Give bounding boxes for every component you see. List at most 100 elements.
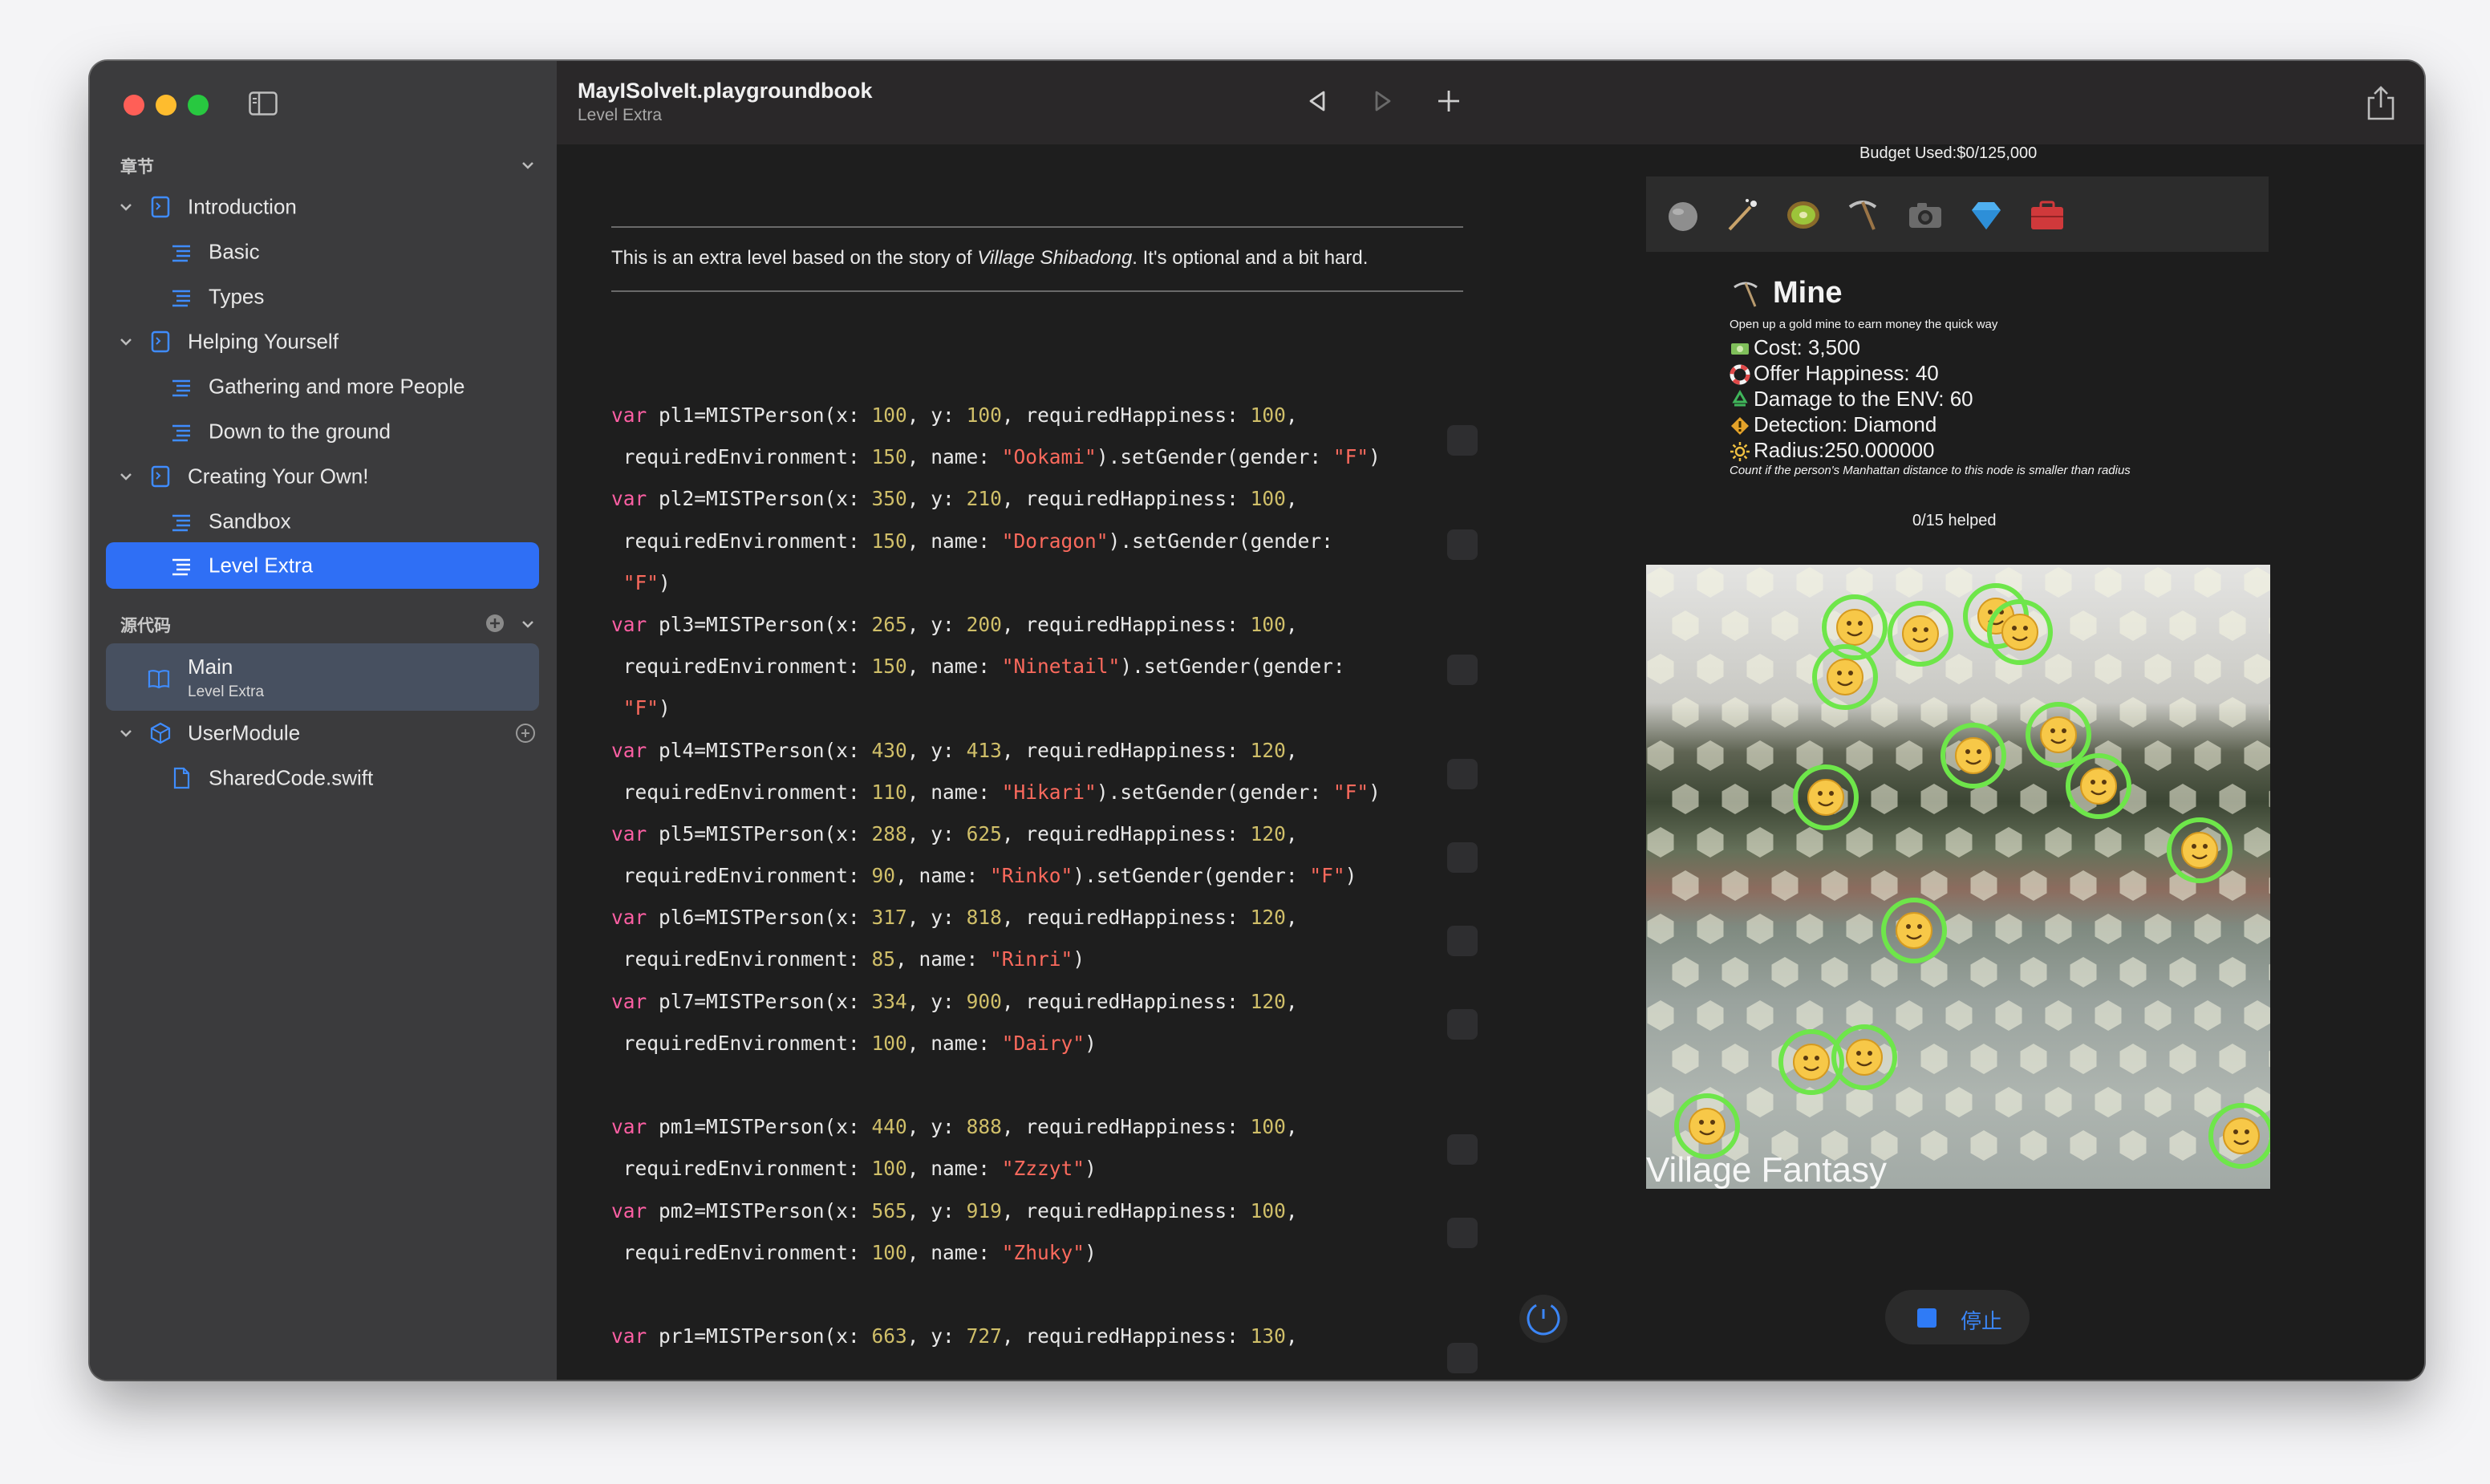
code-block[interactable]: var pl1=MISTPerson(x: 100, y: 100, requi…: [611, 395, 1438, 1357]
stop-label: 停止: [1961, 1309, 2003, 1333]
toolbox-icon[interactable]: [2028, 196, 2066, 234]
code-line[interactable]: var pm1=MISTPerson(x: 440, y: 888, requi…: [611, 1106, 1438, 1148]
code-line[interactable]: requiredEnvironment: 110, name: "Hikari"…: [611, 772, 1438, 813]
smiley-icon: [1836, 609, 1873, 646]
sidebar-toggle-icon[interactable]: [249, 91, 278, 116]
stat-damage: Damage to the ENV: 60: [1730, 387, 1973, 412]
stop-button[interactable]: 停止: [1885, 1290, 2030, 1344]
page-sandbox[interactable]: Sandbox: [90, 499, 557, 544]
code-line[interactable]: requiredEnvironment: 150, name: "Doragon…: [611, 521, 1438, 562]
snippet-cube-button[interactable]: [1447, 655, 1478, 685]
close-window-button[interactable]: [124, 95, 144, 116]
smiley-icon: [1827, 659, 1863, 695]
code-line[interactable]: var pl3=MISTPerson(x: 265, y: 200, requi…: [611, 604, 1438, 646]
document-subtitle: Level Extra: [578, 106, 663, 124]
stat-happiness: Offer Happiness: 40: [1730, 361, 1939, 386]
smiley-icon: [2080, 768, 2117, 805]
snippet-cube-button[interactable]: [1447, 759, 1478, 789]
source-usermodule[interactable]: UserModule: [90, 711, 557, 756]
code-line[interactable]: var pl1=MISTPerson(x: 100, y: 100, requi…: [611, 395, 1438, 436]
smiley-eye: [2062, 728, 2066, 733]
chapter-creating-your-own[interactable]: Creating Your Own!: [90, 454, 557, 499]
snippet-cube-button[interactable]: [1447, 529, 1478, 560]
file-label: SharedCode.swift: [209, 765, 374, 790]
snippet-cube-button[interactable]: [1447, 1218, 1478, 1248]
wand-icon[interactable]: [1723, 196, 1762, 234]
camera-icon[interactable]: [1906, 196, 1945, 234]
source-main-sub: Level Extra: [188, 683, 265, 700]
book-icon: [148, 670, 170, 689]
smiley-icon: [1689, 1108, 1726, 1145]
code-line[interactable]: var pl4=MISTPerson(x: 430, y: 413, requi…: [611, 730, 1438, 772]
smiley-eye: [1924, 627, 1928, 632]
snippet-cube-button[interactable]: [1447, 425, 1478, 456]
smiley-eye: [2012, 626, 2017, 630]
smiley-eye: [1912, 627, 1917, 632]
snippet-cube-button[interactable]: [1447, 1009, 1478, 1040]
chevron-down-icon[interactable]: [117, 198, 135, 216]
code-line[interactable]: var pl5=MISTPerson(x: 288, y: 625, requi…: [611, 813, 1438, 855]
page-label: Basic: [209, 239, 260, 264]
page-basic[interactable]: Basic: [90, 229, 557, 274]
chapter-introduction[interactable]: Introduction: [90, 184, 557, 229]
chevron-down-icon[interactable]: [518, 156, 537, 175]
share-icon[interactable]: [2365, 85, 2397, 122]
snippet-cube-button[interactable]: [1447, 1343, 1478, 1373]
kiwi-icon[interactable]: [1784, 196, 1823, 234]
code-line[interactable]: "F"): [611, 687, 1438, 729]
diamond-icon[interactable]: [1967, 196, 2005, 234]
code-line[interactable]: var pr1=MISTPerson(x: 663, y: 727, requi…: [611, 1316, 1438, 1357]
source-main-label: Main: [188, 655, 233, 679]
smiley-icon: [2223, 1117, 2260, 1154]
code-line[interactable]: requiredEnvironment: 100, name: "Dairy"): [611, 1023, 1438, 1064]
pickaxe-icon[interactable]: [1843, 196, 1882, 234]
page-types[interactable]: Types: [90, 274, 557, 319]
snippet-cube-button[interactable]: [1447, 1134, 1478, 1165]
code-line[interactable]: requiredEnvironment: 90, name: "Rinko").…: [611, 855, 1438, 897]
page-lines-icon: [172, 424, 190, 442]
chevron-down-icon[interactable]: [518, 614, 537, 634]
chapter-helping-yourself[interactable]: Helping Yourself: [90, 319, 557, 364]
file-sharedcode[interactable]: SharedCode.swift: [90, 756, 557, 801]
smiley-eye: [1815, 1056, 1819, 1060]
code-line[interactable]: var pm2=MISTPerson(x: 565, y: 919, requi…: [611, 1190, 1438, 1232]
smiley-icon: [1846, 1039, 1883, 1076]
chevron-down-icon[interactable]: [117, 468, 135, 485]
code-line[interactable]: var pl6=MISTPerson(x: 317, y: 818, requi…: [611, 897, 1438, 939]
code-line[interactable]: requiredEnvironment: 85, name: "Rinri"): [611, 939, 1438, 980]
code-line[interactable]: [611, 1274, 1438, 1316]
page-gathering[interactable]: Gathering and more People: [90, 364, 557, 409]
chapter-label: Helping Yourself: [188, 329, 339, 354]
next-page-icon[interactable]: [1369, 87, 1397, 116]
stat-radius: Radius:250.000000: [1730, 438, 1935, 463]
code-line[interactable]: requiredEnvironment: 100, name: "Zhuky"): [611, 1232, 1438, 1274]
code-line[interactable]: "F"): [611, 562, 1438, 604]
code-line[interactable]: requiredEnvironment: 100, name: "Zzzyt"): [611, 1148, 1438, 1190]
snippet-cube-button[interactable]: [1447, 842, 1478, 873]
code-line[interactable]: requiredEnvironment: 150, name: "Ookami"…: [611, 436, 1438, 478]
map-canvas[interactable]: [1646, 565, 2270, 1189]
minimize-window-button[interactable]: [156, 95, 176, 116]
previous-page-icon[interactable]: [1303, 87, 1332, 116]
stone-icon[interactable]: [1664, 196, 1702, 234]
zoom-window-button[interactable]: [188, 95, 209, 116]
page-level-extra[interactable]: Level Extra: [90, 543, 557, 588]
page-down-to-the-ground[interactable]: Down to the ground: [90, 409, 557, 454]
source-main[interactable]: Main Level Extra: [90, 655, 557, 703]
code-line[interactable]: requiredEnvironment: 150, name: "Ninetai…: [611, 646, 1438, 687]
page-label: Types: [209, 284, 265, 309]
chevron-down-icon[interactable]: [117, 333, 135, 351]
code-line[interactable]: [611, 1064, 1438, 1106]
snippet-cube-button[interactable]: [1447, 926, 1478, 956]
smiley-icon: [1902, 615, 1939, 652]
add-source-icon[interactable]: [485, 613, 505, 634]
speed-icon[interactable]: [1519, 1295, 1567, 1343]
smiley-eye: [1856, 1051, 1861, 1056]
game-map[interactable]: Village Fantasy: [1646, 565, 2270, 1189]
add-icon[interactable]: [1434, 87, 1463, 116]
chevron-down-icon[interactable]: [117, 724, 135, 742]
code-line[interactable]: var pl2=MISTPerson(x: 350, y: 210, requi…: [611, 478, 1438, 520]
code-line[interactable]: var pl7=MISTPerson(x: 334, y: 900, requi…: [611, 981, 1438, 1023]
smiley-eye: [1988, 610, 1993, 614]
add-file-icon[interactable]: [515, 723, 536, 744]
